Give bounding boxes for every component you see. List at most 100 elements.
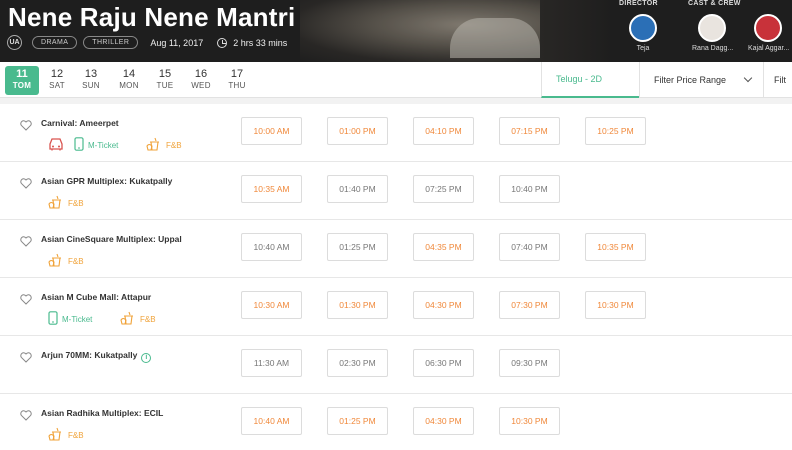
food-beverage-icon [48, 195, 64, 212]
amenity-label: F&B [68, 257, 84, 266]
food-beverage-icon [146, 137, 162, 154]
showtime-button[interactable]: 07:15 PM [499, 117, 560, 145]
release-date: Aug 11, 2017 [150, 37, 204, 48]
amenity: M-Ticket [74, 137, 118, 153]
venue-name[interactable]: Arjun 70MM: Kukatpally i [41, 350, 152, 363]
date-tab[interactable]: 11 TOM [5, 66, 39, 95]
more-filter[interactable]: Filt [763, 62, 792, 98]
showtime-button[interactable]: 10:40 AM [241, 407, 302, 435]
showtime-button[interactable]: 01:25 PM [327, 407, 388, 435]
showtime-button[interactable]: 10:30 PM [499, 407, 560, 435]
avatar [698, 14, 726, 42]
venue-row: Asian CineSquare Multiplex: Uppal F&B 10:4… [0, 220, 792, 278]
showtime-button[interactable]: 10:00 AM [241, 117, 302, 145]
person-name: Teja [636, 45, 650, 52]
price-range-filter[interactable]: Filter Price Range [639, 62, 763, 98]
showtime-button[interactable]: 07:30 PM [499, 291, 560, 319]
genre-tag: THRILLER [83, 36, 139, 49]
food-beverage-icon [48, 253, 64, 270]
amenity-label: F&B [68, 199, 84, 208]
showtime-button[interactable]: 04:10 PM [413, 117, 474, 145]
crew-person-director[interactable]: Teja [623, 14, 663, 52]
mobile-ticket-icon [48, 311, 58, 327]
favorite-heart-icon[interactable] [20, 118, 32, 131]
amenity: F&B [146, 137, 182, 154]
favorite-heart-icon[interactable] [20, 176, 32, 189]
movie-meta: UA DRAMA THRILLER Aug 11, 2017 2 hrs 33 … [7, 35, 287, 50]
crew-person-cast[interactable]: Rana Dagg... [692, 14, 734, 52]
venue-row: Asian GPR Multiplex: Kukatpally F&B 10:35 … [0, 162, 792, 220]
avatar [754, 14, 782, 42]
showtime-button[interactable]: 01:40 PM [327, 175, 388, 203]
date-tab[interactable]: 16 WED [184, 66, 218, 95]
food-beverage-icon [120, 311, 136, 328]
venue-row: Asian Radhika Multiplex: ECIL F&B 10:40 AM… [0, 394, 792, 450]
showtime-button[interactable]: 10:40 PM [499, 175, 560, 203]
info-icon[interactable]: i [141, 353, 152, 363]
hero-backdrop-image [300, 0, 620, 62]
favorite-heart-icon[interactable] [20, 350, 32, 363]
avatar [629, 14, 657, 42]
showtime-button[interactable]: 10:30 AM [241, 291, 302, 319]
showtime-button[interactable]: 10:40 AM [241, 233, 302, 261]
showtime-button[interactable]: 01:25 PM [327, 233, 388, 261]
date-filter-bar: 11 TOM 12 SAT 13 SUN 14 MON 15 TUE 16 WE… [0, 62, 792, 98]
showtime-button[interactable]: 09:30 PM [499, 349, 560, 377]
amenity [48, 137, 64, 153]
venue-list: Carnival: Ameerpet M-Ticket F&B 10:00 AM 01:… [0, 104, 792, 450]
showtime-button[interactable]: 10:30 PM [585, 291, 646, 319]
venue-name[interactable]: Carnival: Ameerpet [41, 118, 119, 128]
showtime-button[interactable]: 06:30 PM [413, 349, 474, 377]
cast-crew-label: CAST & CREW [688, 0, 741, 7]
mobile-ticket-icon [74, 137, 84, 153]
director-label: DIRECTOR [619, 0, 658, 7]
person-name: Kajal Aggar... [748, 45, 790, 52]
crew-person-cast[interactable]: Kajal Aggar... [748, 14, 790, 52]
venue-name[interactable]: Asian M Cube Mall: Attapur [41, 292, 151, 302]
duration: 2 hrs 33 mins [233, 37, 288, 48]
clock-icon [217, 37, 228, 48]
food-beverage-icon [48, 427, 64, 444]
showtime-button[interactable]: 10:35 PM [585, 233, 646, 261]
amenity-label: F&B [140, 315, 156, 324]
certificate-badge: UA [7, 35, 22, 50]
amenity: F&B [48, 195, 84, 212]
parking-car-icon [48, 137, 64, 153]
venue-row: Asian M Cube Mall: Attapur M-Ticket F&B 10:… [0, 278, 792, 336]
showtime-button[interactable]: 04:35 PM [413, 233, 474, 261]
date-tab[interactable]: 14 MON [112, 66, 146, 95]
amenity: F&B [120, 311, 156, 328]
venue-name[interactable]: Asian CineSquare Multiplex: Uppal [41, 234, 182, 244]
venue-row: Carnival: Ameerpet M-Ticket F&B 10:00 AM 01:… [0, 104, 792, 162]
date-tab[interactable]: 15 TUE [148, 66, 182, 95]
amenity: M-Ticket [48, 311, 92, 327]
language-filter-tab[interactable]: Telugu - 2D [541, 62, 639, 98]
showtime-button[interactable]: 01:00 PM [327, 117, 388, 145]
date-tab[interactable]: 12 SAT [40, 66, 74, 95]
venue-row: Arjun 70MM: Kukatpally i 11:30 AM 02:30 PM 0… [0, 336, 792, 394]
movie-header: Nene Raju Nene Mantri UA DRAMA THRILLER … [0, 0, 792, 62]
showtime-button[interactable]: 04:30 PM [413, 291, 474, 319]
showtime-button[interactable]: 11:30 AM [241, 349, 302, 377]
person-name: Rana Dagg... [692, 45, 734, 52]
date-tab[interactable]: 17 THU [220, 66, 254, 95]
favorite-heart-icon[interactable] [20, 292, 32, 305]
favorite-heart-icon[interactable] [20, 408, 32, 421]
showtime-button[interactable]: 10:35 AM [241, 175, 302, 203]
showtime-button[interactable]: 10:25 PM [585, 117, 646, 145]
amenity: F&B [48, 427, 84, 444]
venue-name[interactable]: Asian Radhika Multiplex: ECIL [41, 408, 163, 418]
amenity-label: M-Ticket [62, 314, 93, 324]
amenity-label: M-Ticket [88, 140, 119, 150]
date-tab[interactable]: 13 SUN [74, 66, 108, 95]
showtime-button[interactable]: 04:30 PM [413, 407, 474, 435]
venue-name[interactable]: Asian GPR Multiplex: Kukatpally [41, 176, 172, 186]
favorite-heart-icon[interactable] [20, 234, 32, 247]
movie-title: Nene Raju Nene Mantri [8, 2, 296, 32]
showtime-button[interactable]: 07:40 PM [499, 233, 560, 261]
amenity: F&B [48, 253, 84, 270]
showtime-button[interactable]: 01:30 PM [327, 291, 388, 319]
showtime-button[interactable]: 02:30 PM [327, 349, 388, 377]
amenity-label: F&B [166, 141, 182, 150]
showtime-button[interactable]: 07:25 PM [413, 175, 474, 203]
